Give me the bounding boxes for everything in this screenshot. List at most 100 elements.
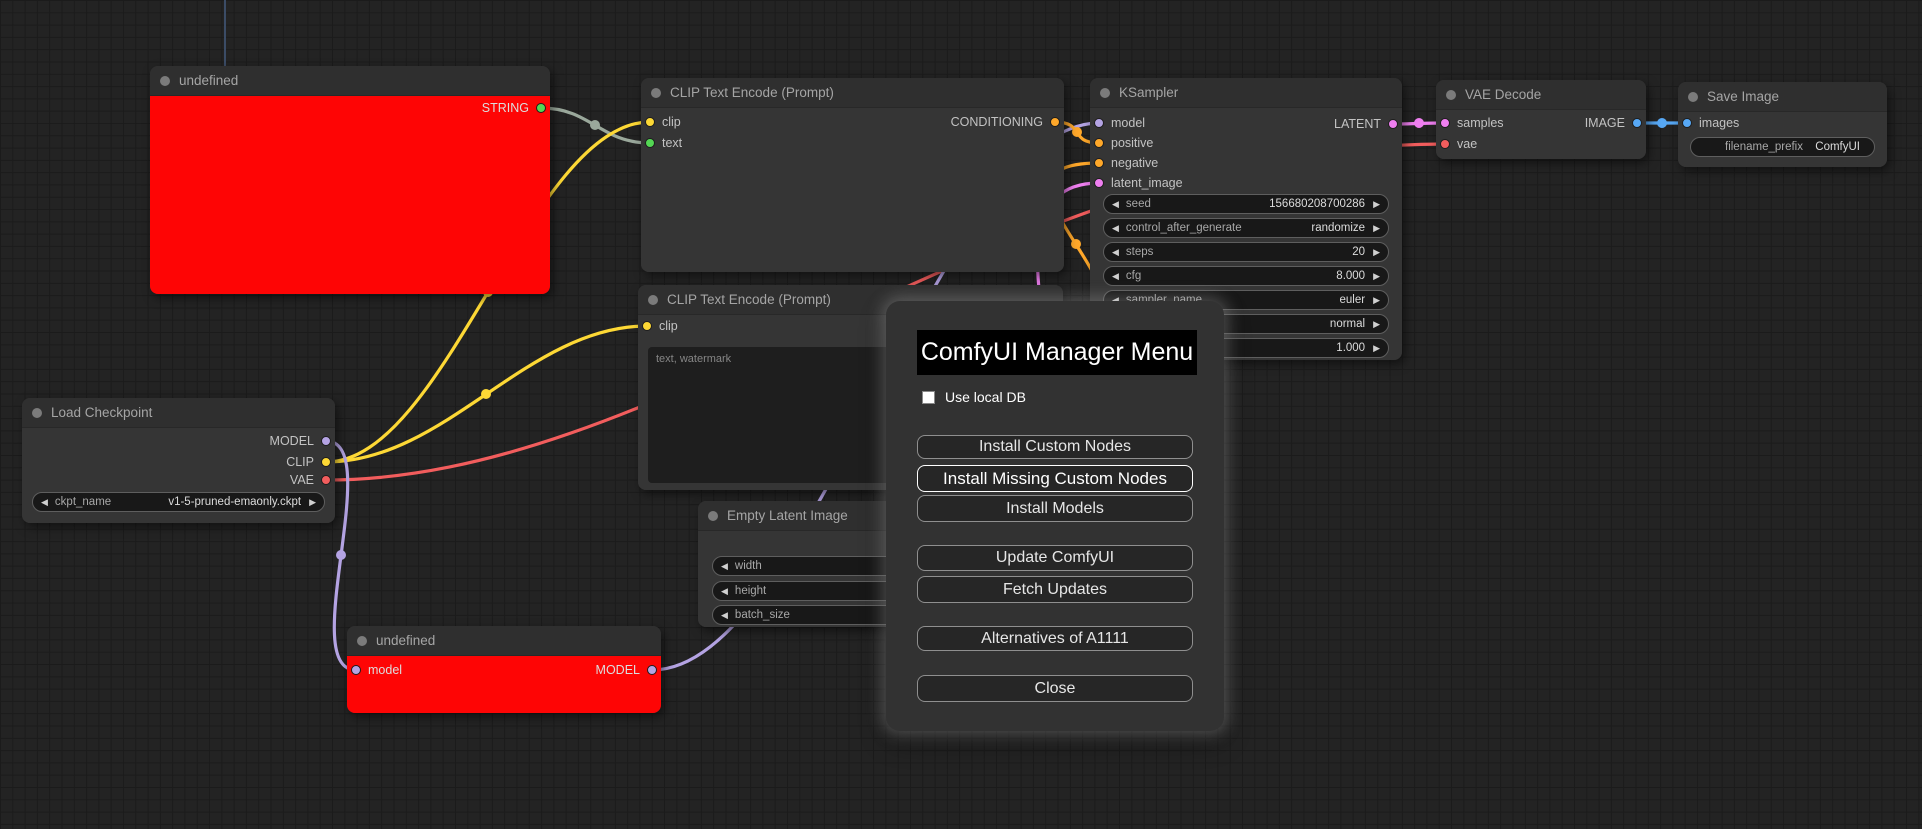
port-image-icon[interactable]	[1632, 118, 1642, 128]
input-slot-samples[interactable]: samples	[1440, 113, 1504, 133]
input-slot-model[interactable]: model	[1094, 113, 1145, 133]
collapse-dot-icon[interactable]	[648, 294, 658, 305]
install-custom-nodes-button[interactable]: Install Custom Nodes	[917, 435, 1193, 459]
node-titlebar[interactable]: undefined	[150, 66, 550, 96]
collapse-dot-icon[interactable]	[1100, 87, 1110, 98]
collapse-dot-icon[interactable]	[651, 87, 661, 98]
node-title: VAE Decode	[1465, 87, 1542, 102]
comfyui-canvas[interactable]: { "nodes": [ { "title": "undefined", "ou…	[0, 0, 1922, 829]
output-slot-vae[interactable]: VAE	[290, 470, 331, 490]
widget-ckpt-name[interactable]: ◀ ckpt_name v1-5-pruned-emaonly.ckpt ▶	[32, 492, 325, 512]
input-slot-images[interactable]: images	[1682, 113, 1739, 133]
node-titlebar[interactable]: VAE Decode	[1436, 80, 1646, 110]
port-latent-icon[interactable]	[1388, 119, 1398, 129]
use-local-db-checkbox[interactable]	[922, 390, 935, 404]
widget-control-after-generate[interactable]: ◀ control_after_generate randomize ▶	[1103, 218, 1389, 238]
input-slot-text[interactable]: text	[645, 133, 682, 153]
port-vae-icon[interactable]	[321, 475, 331, 485]
arrow-right-icon[interactable]: ▶	[1373, 291, 1380, 309]
output-slot-latent[interactable]: LATENT	[1334, 114, 1398, 134]
port-model-icon[interactable]	[321, 436, 331, 446]
input-slot-latent-image[interactable]: latent_image	[1094, 173, 1183, 193]
port-model-icon[interactable]	[1094, 118, 1104, 128]
collapse-dot-icon[interactable]	[160, 75, 170, 86]
port-conditioning-icon[interactable]	[1094, 138, 1104, 148]
arrow-left-icon[interactable]: ◀	[721, 557, 728, 575]
input-slot-positive[interactable]: positive	[1094, 133, 1153, 153]
node-titlebar[interactable]: Load Checkpoint	[22, 398, 335, 428]
input-slot-negative[interactable]: negative	[1094, 153, 1158, 173]
port-clip-icon[interactable]	[642, 321, 652, 331]
slot-label: samples	[1457, 116, 1504, 130]
input-slot-clip[interactable]: clip	[642, 316, 678, 336]
widget-label: control_after_generate	[1125, 222, 1242, 234]
port-string-icon[interactable]	[536, 103, 546, 113]
update-comfyui-button[interactable]: Update ComfyUI	[917, 545, 1193, 571]
widget-value: 20	[1352, 246, 1366, 258]
input-slot-vae[interactable]: vae	[1440, 134, 1477, 154]
arrow-right-icon[interactable]: ▶	[1373, 315, 1380, 333]
output-slot-model[interactable]: MODEL	[270, 431, 331, 451]
link-midpoint-dot	[481, 389, 491, 399]
widget-cfg[interactable]: ◀ cfg 8.000 ▶	[1103, 266, 1389, 286]
arrow-right-icon[interactable]: ▶	[1373, 219, 1380, 237]
arrow-right-icon[interactable]: ▶	[1373, 243, 1380, 261]
output-slot-conditioning[interactable]: CONDITIONING	[951, 112, 1060, 132]
collapse-dot-icon[interactable]	[32, 407, 42, 418]
alternatives-of-a1111-button[interactable]: Alternatives of A1111	[917, 626, 1193, 651]
port-model-icon[interactable]	[351, 665, 361, 675]
output-slot-clip[interactable]: CLIP	[286, 452, 331, 472]
widget-value: 8.000	[1336, 270, 1366, 282]
arrow-left-icon[interactable]: ◀	[41, 493, 48, 511]
node-titlebar[interactable]: CLIP Text Encode (Prompt)	[641, 78, 1064, 108]
arrow-left-icon[interactable]: ◀	[721, 582, 728, 600]
collapse-dot-icon[interactable]	[1446, 89, 1456, 100]
node-save-image[interactable]: Save Image images filename_prefix ComfyU…	[1678, 82, 1887, 167]
port-latent-icon[interactable]	[1440, 118, 1450, 128]
collapse-dot-icon[interactable]	[1688, 91, 1698, 102]
node-titlebar[interactable]: undefined	[347, 626, 661, 656]
arrow-left-icon[interactable]: ◀	[721, 606, 728, 624]
node-undefined-bottom[interactable]: undefined model MODEL	[347, 626, 661, 713]
port-conditioning-icon[interactable]	[1094, 158, 1104, 168]
install-models-button[interactable]: Install Models	[917, 495, 1193, 522]
node-clip-text-encode-1[interactable]: CLIP Text Encode (Prompt) clip text COND…	[641, 78, 1064, 272]
widget-value: euler	[1339, 294, 1366, 306]
port-latent-icon[interactable]	[1094, 178, 1104, 188]
widget-steps[interactable]: ◀ steps 20 ▶	[1103, 242, 1389, 262]
collapse-dot-icon[interactable]	[357, 635, 367, 646]
arrow-left-icon[interactable]: ◀	[1112, 267, 1119, 285]
output-slot-string[interactable]: STRING	[482, 98, 546, 118]
arrow-right-icon[interactable]: ▶	[1373, 339, 1380, 357]
port-vae-icon[interactable]	[1440, 139, 1450, 149]
output-slot-image[interactable]: IMAGE	[1585, 113, 1642, 133]
use-local-db-row[interactable]: Use local DB	[922, 389, 1026, 405]
port-model-icon[interactable]	[647, 665, 657, 675]
output-slot-model[interactable]: MODEL	[596, 660, 657, 680]
arrow-left-icon[interactable]: ◀	[1112, 219, 1119, 237]
arrow-left-icon[interactable]: ◀	[1112, 243, 1119, 261]
node-titlebar[interactable]: KSampler	[1090, 78, 1402, 108]
close-button[interactable]: Close	[917, 675, 1193, 702]
arrow-right-icon[interactable]: ▶	[1373, 195, 1380, 213]
port-conditioning-icon[interactable]	[1050, 117, 1060, 127]
arrow-left-icon[interactable]: ◀	[1112, 195, 1119, 213]
node-titlebar[interactable]: Save Image	[1678, 82, 1887, 112]
port-text-icon[interactable]	[645, 138, 655, 148]
port-clip-icon[interactable]	[645, 117, 655, 127]
link-midpoint-dot	[1414, 118, 1424, 128]
input-slot-model[interactable]: model	[351, 660, 402, 680]
arrow-right-icon[interactable]: ▶	[309, 493, 316, 511]
port-image-icon[interactable]	[1682, 118, 1692, 128]
node-load-checkpoint[interactable]: Load Checkpoint MODEL CLIP VAE ◀ ckpt_na…	[22, 398, 335, 523]
node-vae-decode[interactable]: VAE Decode samples vae IMAGE	[1436, 80, 1646, 159]
fetch-updates-button[interactable]: Fetch Updates	[917, 576, 1193, 603]
input-slot-clip[interactable]: clip	[645, 112, 681, 132]
arrow-right-icon[interactable]: ▶	[1373, 267, 1380, 285]
port-clip-icon[interactable]	[321, 457, 331, 467]
widget-seed[interactable]: ◀ seed 156680208700286 ▶	[1103, 194, 1389, 214]
collapse-dot-icon[interactable]	[708, 510, 718, 521]
node-undefined-top[interactable]: undefined STRING	[150, 66, 550, 294]
widget-filename-prefix[interactable]: filename_prefix ComfyUI	[1690, 137, 1875, 157]
install-missing-custom-nodes-button[interactable]: Install Missing Custom Nodes	[917, 465, 1193, 492]
